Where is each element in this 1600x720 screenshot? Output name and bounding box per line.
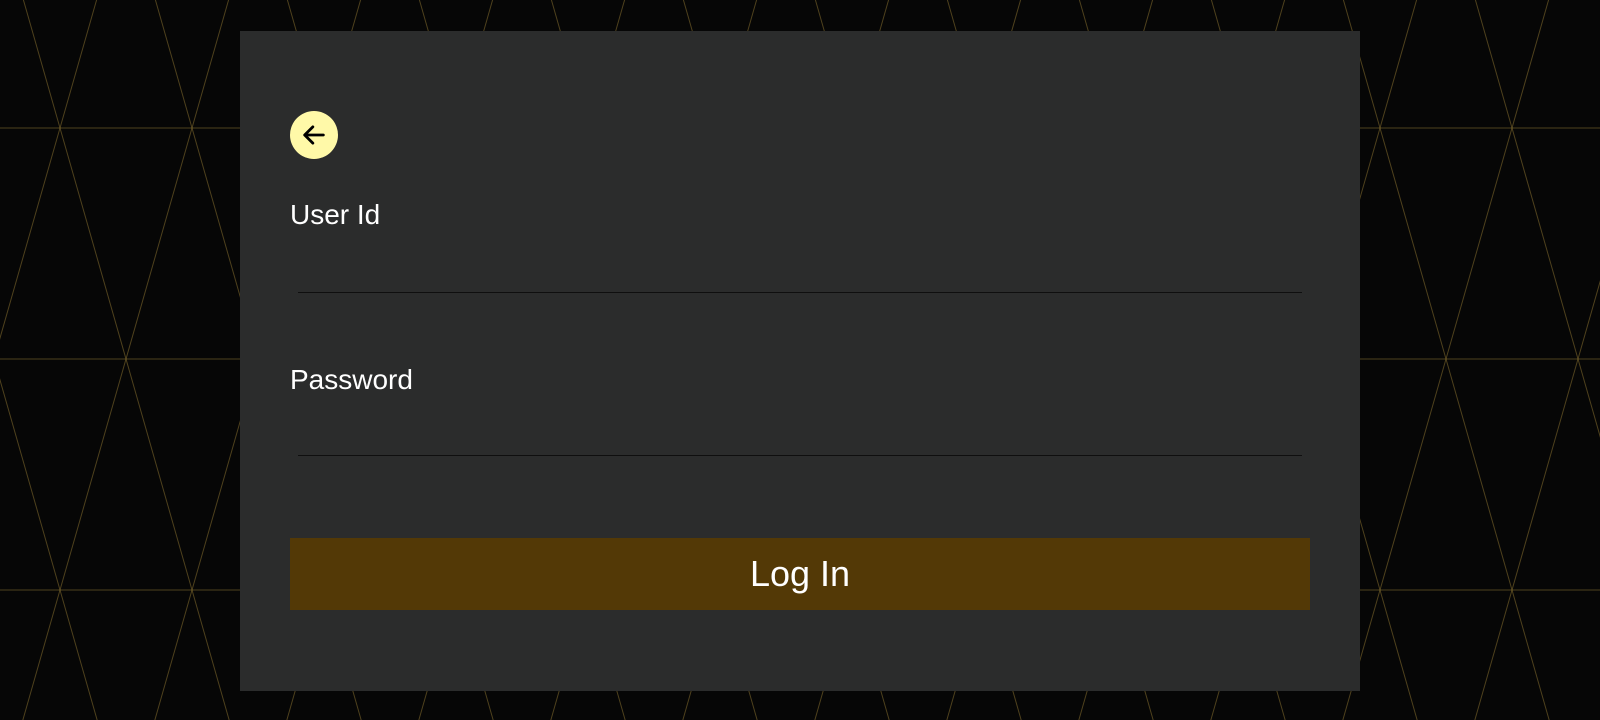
- password-label: Password: [290, 364, 413, 395]
- user-id-label: User Id: [290, 199, 381, 230]
- back-button[interactable]: [290, 111, 338, 159]
- password-input[interactable]: [298, 416, 1302, 456]
- login-button[interactable]: Log In: [290, 538, 1310, 610]
- user-id-input[interactable]: [298, 253, 1302, 293]
- arrow-left-icon: [303, 125, 325, 145]
- login-card: User Id Password Log In: [240, 31, 1360, 691]
